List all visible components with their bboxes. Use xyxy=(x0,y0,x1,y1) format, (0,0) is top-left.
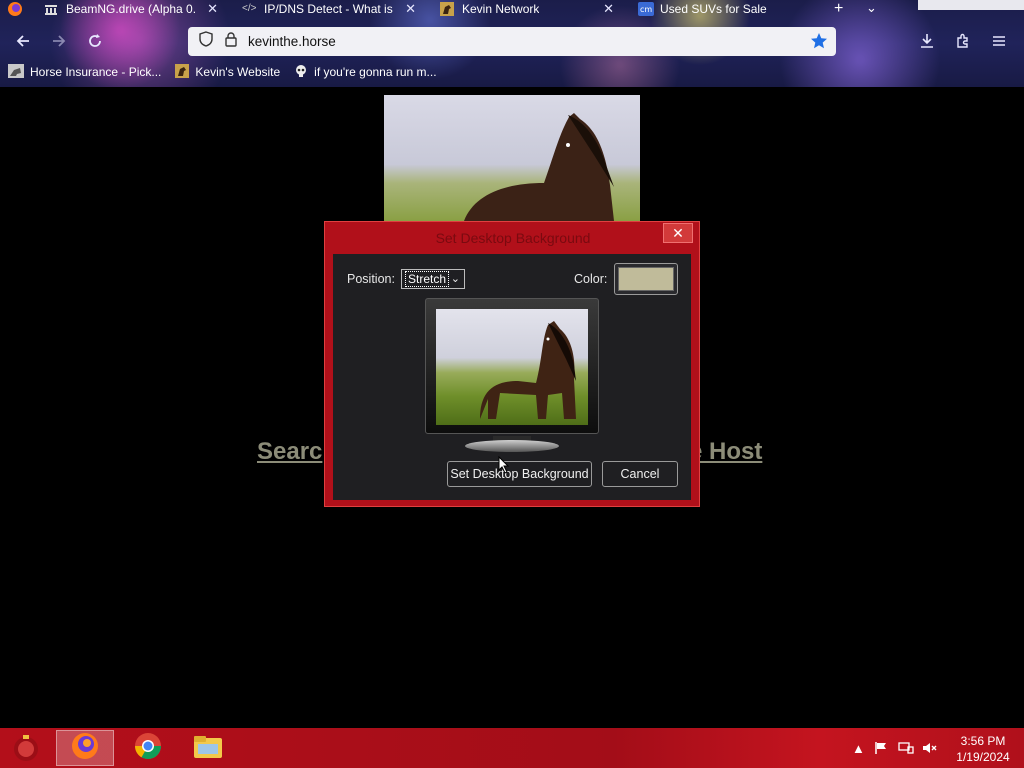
tab-title: Kevin Network xyxy=(462,2,540,16)
tab-beamng[interactable]: BeamNG.drive (Alpha 0. ✕ xyxy=(36,0,228,18)
bookmark-label: Kevin's Website xyxy=(195,65,281,79)
svg-text:cm: cm xyxy=(640,5,652,14)
volume-muted-icon[interactable] xyxy=(922,741,938,758)
horse-icon xyxy=(440,2,454,16)
set-desktop-background-dialog: Set Desktop Background ✕ Position: Stret… xyxy=(324,221,700,507)
firefox-menu-icon[interactable] xyxy=(6,0,26,18)
chevron-down-icon: ⌄ xyxy=(450,273,460,285)
set-desktop-background-button[interactable]: Set Desktop Background xyxy=(447,461,592,487)
position-label: Position: xyxy=(347,272,395,286)
bookmarks-toolbar: Horse Insurance - Pick... Kevin's Websit… xyxy=(8,62,437,82)
tab-title: BeamNG.drive (Alpha 0. xyxy=(66,2,197,16)
taskbar-clock[interactable]: 3:56 PM 1/19/2024 xyxy=(946,733,1020,765)
list-tabs-icon[interactable]: ⌄ xyxy=(866,0,877,16)
horse-photo-icon xyxy=(8,63,24,81)
clock-date: 1/19/2024 xyxy=(956,750,1010,764)
chrome-icon xyxy=(133,731,163,766)
network-icon[interactable] xyxy=(898,741,914,758)
hamburger-menu-icon[interactable] xyxy=(986,28,1012,54)
bookmark-kevins-website[interactable]: Kevin's Website xyxy=(175,63,281,81)
url-text: kevinthe.horse xyxy=(248,34,336,49)
cancel-button[interactable]: Cancel xyxy=(602,461,678,487)
shield-icon[interactable] xyxy=(198,31,214,52)
search-link[interactable]: Searc xyxy=(257,438,322,466)
tab-kevin-network[interactable]: Kevin Network ✕ xyxy=(432,0,624,18)
dialog-body: Position: Stretch ⌄ Color: Set Desktop B… xyxy=(333,254,691,500)
window-controls xyxy=(918,0,1024,10)
firefox-icon xyxy=(70,731,100,766)
position-select[interactable]: Stretch ⌄ xyxy=(401,269,465,289)
taskbar-file-explorer[interactable] xyxy=(180,730,236,766)
close-icon[interactable]: ✕ xyxy=(663,223,693,243)
horse-image xyxy=(384,95,640,221)
action-center-flag-icon[interactable] xyxy=(874,741,888,758)
horse-icon xyxy=(175,63,190,81)
bookmark-run[interactable]: if you're gonna run m... xyxy=(294,64,437,81)
close-tab-icon[interactable]: ✕ xyxy=(405,1,416,17)
tab-title: Used SUVs for Sale xyxy=(660,2,767,16)
reload-button[interactable] xyxy=(82,28,108,54)
cars-icon: cm xyxy=(638,2,654,16)
lock-icon[interactable] xyxy=(224,31,238,52)
bookmark-horse-insurance[interactable]: Horse Insurance - Pick... xyxy=(8,63,162,81)
forward-button[interactable] xyxy=(46,28,72,54)
monitor-preview xyxy=(425,298,599,434)
preview-image xyxy=(436,309,588,425)
taskbar-chrome[interactable] xyxy=(120,730,176,766)
bookmark-label: if you're gonna run m... xyxy=(314,65,437,79)
back-button[interactable] xyxy=(10,28,36,54)
taskbar-firefox[interactable] xyxy=(56,730,114,766)
mouse-cursor-icon xyxy=(498,455,510,479)
tab-used-suvs[interactable]: cm Used SUVs for Sale xyxy=(630,0,830,18)
museum-icon xyxy=(44,2,58,16)
host-link[interactable]: e Host xyxy=(689,438,762,466)
start-button[interactable] xyxy=(6,730,46,766)
bookmark-star-icon[interactable] xyxy=(810,32,828,55)
tab-title: IP/DNS Detect - What is xyxy=(264,2,393,16)
monitor-base xyxy=(465,440,559,452)
file-explorer-icon xyxy=(192,732,224,765)
skull-icon xyxy=(294,64,308,81)
bookmark-label: Horse Insurance - Pick... xyxy=(30,65,162,79)
code-icon: </> xyxy=(242,3,257,14)
tab-ipdns[interactable]: </> IP/DNS Detect - What is ✕ xyxy=(234,0,426,18)
close-tab-icon[interactable]: ✕ xyxy=(207,1,218,17)
clock-time: 3:56 PM xyxy=(960,734,1006,748)
close-tab-icon[interactable]: ✕ xyxy=(603,1,614,17)
new-tab-button[interactable]: + xyxy=(834,0,843,18)
color-label: Color: xyxy=(574,272,608,286)
color-picker-button[interactable] xyxy=(614,263,678,295)
show-hidden-icons[interactable]: ▲ xyxy=(852,741,865,756)
dialog-title: Set Desktop Background xyxy=(435,230,591,246)
downloads-icon[interactable] xyxy=(914,28,940,54)
extensions-icon[interactable] xyxy=(950,28,976,54)
color-swatch xyxy=(618,267,674,291)
address-bar[interactable]: kevinthe.horse xyxy=(188,27,836,56)
position-value: Stretch xyxy=(405,271,450,287)
